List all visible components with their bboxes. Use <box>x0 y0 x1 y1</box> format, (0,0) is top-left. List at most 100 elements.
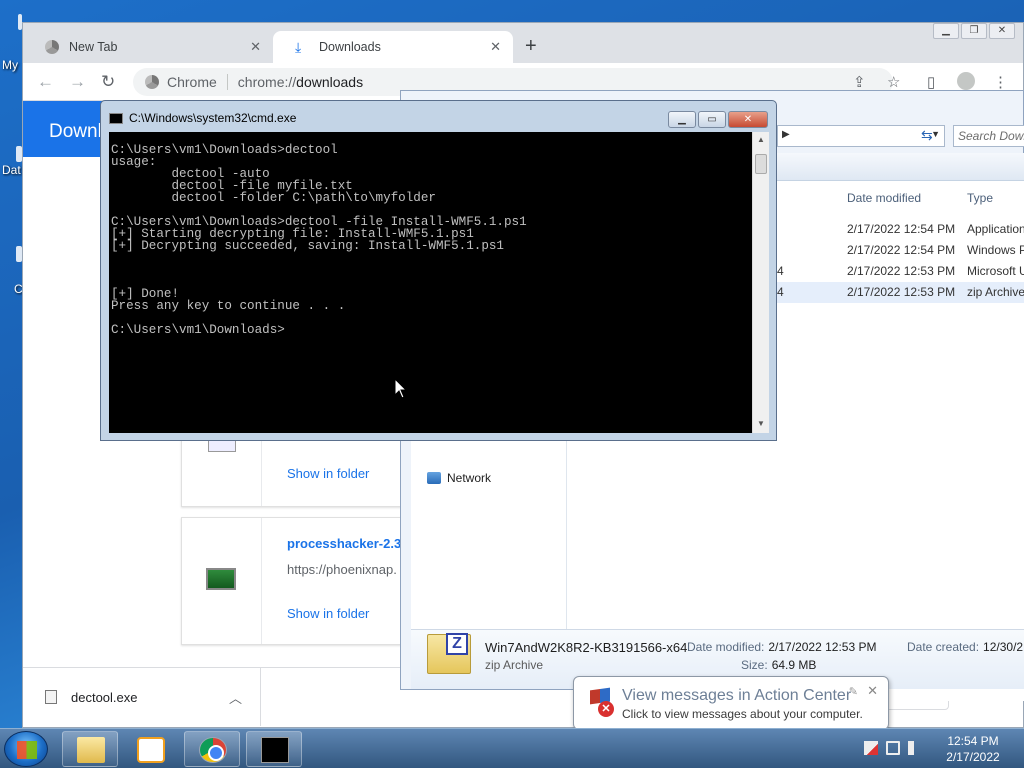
row-date: 2/17/2022 12:54 PM <box>847 243 956 257</box>
cmd-icon <box>109 112 123 124</box>
reload-button[interactable]: ↻ <box>101 72 115 92</box>
row-type: Microsoft U <box>967 264 1024 278</box>
shelf-download-item[interactable]: dectool.exe ︿ <box>23 668 261 726</box>
console-output[interactable]: C:\Users\vm1\Downloads>dectool usage: de… <box>109 132 752 433</box>
cmd-title-text: C:\Windows\system32\cmd.exe <box>129 111 297 125</box>
balloon-title: View messages in Action Center <box>622 687 852 704</box>
network-icon <box>427 472 441 484</box>
action-center-balloon[interactable]: ✕ View messages in Action Center Click t… <box>573 676 889 739</box>
balloon-close-icon[interactable]: ✕ <box>867 683 878 699</box>
details-created-label: Date created: <box>907 640 980 654</box>
explorer-address-bar[interactable]: ▶ ▼ <box>777 125 945 147</box>
row-type: zip Archive <box>967 285 1024 299</box>
taskbar-cmd[interactable] <box>246 731 302 767</box>
bookmark-star-icon[interactable]: ☆ <box>887 73 900 91</box>
file-row[interactable]: 4 2/17/2022 12:53 PM Microsoft U <box>777 261 1024 282</box>
action-center-tray-icon[interactable] <box>864 741 878 755</box>
show-in-folder-link[interactable]: Show in folder <box>287 466 369 481</box>
chevron-up-icon[interactable]: ︿ <box>229 688 242 707</box>
minimize-button[interactable]: ▁ <box>668 111 696 128</box>
row-name-fragment: 4 <box>777 264 784 278</box>
details-size: Size: 64.9 MB <box>741 658 816 672</box>
tab-close-icon[interactable]: ✕ <box>490 39 501 55</box>
tab-label: New Tab <box>69 40 118 54</box>
column-header-type[interactable]: Type <box>967 191 993 205</box>
tab-close-icon[interactable]: ✕ <box>250 39 261 55</box>
details-modified-value: 2/17/2022 12:53 PM <box>768 640 877 654</box>
maximize-button[interactable]: ❐ <box>961 23 987 39</box>
taskbar: 12:54 PM 2/17/2022 <box>0 728 1024 768</box>
url-text: chrome://downloads <box>238 74 363 90</box>
row-type: Application <box>967 222 1024 236</box>
chrome-logo-icon <box>145 75 159 89</box>
console-scrollbar[interactable]: ▲ ▼ <box>752 132 769 433</box>
download-filename-link[interactable]: processhacker-2.39 <box>287 536 408 551</box>
cmd-window: C:\Windows\system32\cmd.exe ▁ ▭ ✕ C:\Use… <box>100 100 777 441</box>
scroll-up-icon[interactable]: ▲ <box>757 135 765 144</box>
download-card-icon-cell <box>182 518 262 644</box>
file-row[interactable]: 2/17/2022 12:54 PM Windows P <box>777 240 1024 261</box>
desktop-label-computer: My <box>2 58 18 72</box>
computer-app-icon <box>206 568 236 590</box>
exe-file-icon <box>45 690 57 704</box>
taskbar-explorer[interactable] <box>62 731 118 767</box>
start-button[interactable] <box>4 731 48 767</box>
tab-new-tab[interactable]: New Tab ✕ <box>23 31 273 63</box>
system-tray <box>864 741 922 755</box>
cmd-titlebar[interactable]: C:\Windows\system32\cmd.exe <box>109 111 296 125</box>
show-in-folder-link[interactable]: Show in folder <box>287 606 369 621</box>
details-modified: Date modified: 2/17/2022 12:53 PM <box>687 640 876 654</box>
scroll-down-icon[interactable]: ▼ <box>757 419 765 428</box>
taskbar-clock[interactable]: 12:54 PM 2/17/2022 <box>940 733 1006 765</box>
nav-item-network[interactable]: Network <box>427 471 491 485</box>
refresh-icon[interactable]: ⇆ <box>921 127 933 144</box>
pin-icon[interactable]: ✎ <box>849 685 858 698</box>
new-tab-button[interactable]: + <box>525 35 537 58</box>
close-button[interactable]: ✕ <box>728 111 768 128</box>
details-filetype: zip Archive <box>485 658 544 672</box>
shelf-filename: dectool.exe <box>71 689 138 705</box>
maximize-button[interactable]: ▭ <box>698 111 726 128</box>
navigation-pane: Network <box>411 431 567 631</box>
details-created-value: 12/30/2 <box>983 640 1024 654</box>
file-row-selected[interactable]: 4 2/17/2022 12:53 PM zip Archive <box>777 282 1024 303</box>
file-row[interactable]: 2/17/2022 12:54 PM Application <box>777 219 1024 240</box>
clock-time: 12:54 PM <box>947 734 999 748</box>
scroll-thumb[interactable] <box>755 154 767 174</box>
file-list-empty-area <box>567 431 1024 631</box>
tab-downloads[interactable]: ⤓ Downloads ✕ <box>273 31 513 63</box>
url-scheme: chrome:// <box>237 74 297 90</box>
details-created: Date created: 12/30/2 <box>907 640 1023 654</box>
details-size-value: 64.9 MB <box>771 658 817 672</box>
profile-avatar-icon[interactable] <box>957 72 975 90</box>
details-modified-label: Date modified: <box>687 640 765 654</box>
taskbar-media-player[interactable] <box>122 731 178 767</box>
explorer-icon <box>77 737 105 763</box>
action-center-flag-icon: ✕ <box>586 687 614 717</box>
breadcrumb-arrow-icon[interactable]: ▶ <box>782 129 790 140</box>
minimize-button[interactable]: ▁ <box>933 23 959 39</box>
window-controls: ▁ ❐ ✕ <box>933 23 1015 39</box>
volume-tray-icon[interactable] <box>908 741 922 755</box>
side-panel-icon[interactable]: ▯ <box>927 73 935 91</box>
tab-strip: New Tab ✕ ⤓ Downloads ✕ + ▁ ❐ ✕ <box>23 23 1023 63</box>
taskbar-chrome[interactable] <box>184 731 240 767</box>
back-button[interactable]: ← <box>37 72 54 92</box>
explorer-search-input[interactable]: Search Down <box>953 125 1024 147</box>
menu-kebab-icon[interactable]: ⋮ <box>993 73 1008 91</box>
forward-button[interactable]: → <box>69 72 86 92</box>
network-tray-icon[interactable] <box>886 741 900 755</box>
close-button[interactable]: ✕ <box>989 23 1015 39</box>
column-header-date[interactable]: Date modified <box>847 191 921 205</box>
chrome-icon <box>199 737 227 763</box>
details-size-label: Size: <box>741 658 768 672</box>
media-player-icon <box>137 737 165 763</box>
download-icon: ⤓ <box>295 39 302 55</box>
nav-item-label: Network <box>447 471 492 485</box>
row-date: 2/17/2022 12:54 PM <box>847 222 956 236</box>
url-path: downloads <box>296 74 364 90</box>
clock-date: 2/17/2022 <box>946 750 1000 764</box>
share-icon[interactable]: ⇪ <box>853 73 866 91</box>
row-name-fragment: 4 <box>777 285 784 299</box>
explorer-command-bar <box>777 153 1024 181</box>
